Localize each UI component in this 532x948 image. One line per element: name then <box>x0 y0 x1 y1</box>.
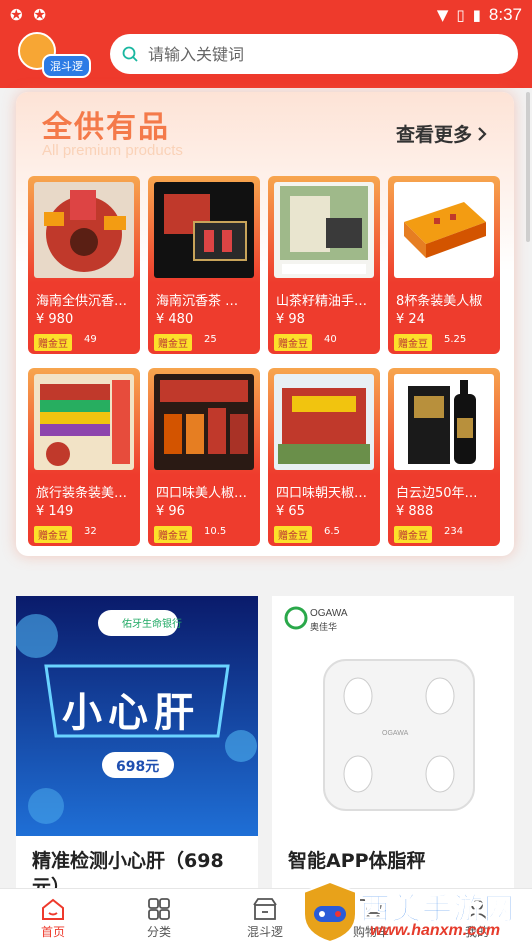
scrollbar[interactable] <box>526 92 530 242</box>
promo-brand-cn: 奥佳华 <box>310 623 338 633</box>
search-icon <box>122 46 138 62</box>
promo-card-liver-test[interactable]: 佑牙生命银行 小心肝 698元 精准检测小心肝（698元） <box>16 596 258 888</box>
promo-art-price: 698元 <box>116 759 160 775</box>
tab-label: 分类 <box>146 925 171 939</box>
product-name: 海南沉香茶 … <box>156 294 239 309</box>
tab-label: 首页 <box>40 925 65 939</box>
product-name: 四口味美人椒… <box>156 486 248 501</box>
view-more-link[interactable]: 查看更多 <box>396 120 488 147</box>
bean-badge: 赠金豆 <box>154 334 192 351</box>
promo-image-scale: OGAWA 奥佳华 OGAWA <box>272 596 514 836</box>
bean-badge: 赠金豆 <box>274 334 312 351</box>
bean-count: 5.25 <box>444 334 467 345</box>
tab-category[interactable]: 分类 <box>106 889 212 948</box>
tab-home[interactable]: 首页 <box>0 889 106 948</box>
premium-products-section: 全供有品 All premium products 查看更多 海南全供沉香… ¥… <box>16 92 514 556</box>
logo-text: 混斗逻 <box>42 54 91 78</box>
product-price: ¥ 98 <box>276 312 305 327</box>
product-name: 白云边50年… <box>396 486 478 501</box>
product-name: 海南全供沉香… <box>36 294 128 309</box>
sim-icon: ▯ <box>456 6 465 24</box>
product-image <box>154 374 254 470</box>
status-time: 8:37 <box>488 5 522 24</box>
app-header: ✪ ✪ ▼ ▯ ▮ 8:37 混斗逻 <box>0 0 532 88</box>
bean-badge: 赠金豆 <box>34 526 72 543</box>
section-title: 全供有品 <box>42 110 170 145</box>
home-icon <box>42 898 64 920</box>
bean-badge: 赠金豆 <box>394 526 432 543</box>
bean-count: 25 <box>204 334 217 345</box>
product-image <box>34 182 134 278</box>
product-name: 旅行装条装美… <box>36 486 128 501</box>
bean-count: 40 <box>324 334 337 345</box>
product-image <box>274 374 374 470</box>
promo-title: 智能APP体脂秤 <box>288 850 426 872</box>
bean-count: 49 <box>84 334 97 345</box>
category-icon <box>148 898 170 920</box>
bean-count: 32 <box>84 526 97 537</box>
app-logo[interactable]: 混斗逻 <box>14 32 98 78</box>
product-name: 8杯条装美人椒 <box>396 294 483 309</box>
bean-badge: 赠金豆 <box>34 334 72 351</box>
product-price: ¥ 65 <box>276 504 305 519</box>
view-more-label: 查看更多 <box>395 124 472 146</box>
product-image <box>154 182 254 278</box>
product-price: ¥ 24 <box>396 312 425 327</box>
bean-badge: 赠金豆 <box>394 334 432 351</box>
store-icon <box>253 898 277 920</box>
bean-badge: 赠金豆 <box>154 526 192 543</box>
product-card[interactable]: 四口味朝天椒… ¥ 65 赠金豆 6.5 <box>268 368 380 546</box>
product-price: ¥ 888 <box>396 504 434 519</box>
product-card[interactable]: 海南沉香茶 … ¥ 480 赠金豆 25 <box>148 176 260 354</box>
wifi-icon: ▼ <box>436 6 449 24</box>
bean-badge: 赠金豆 <box>274 526 312 543</box>
product-card[interactable]: 四口味美人椒… ¥ 96 赠金豆 10.5 <box>148 368 260 546</box>
product-price: ¥ 480 <box>156 312 194 327</box>
notification-icons: ✪ ✪ <box>10 6 49 24</box>
product-image <box>34 374 134 470</box>
bean-count: 6.5 <box>324 526 340 537</box>
product-price: ¥ 96 <box>156 504 185 519</box>
product-image <box>394 374 494 470</box>
product-card[interactable]: 旅行装条装美… ¥ 149 赠金豆 32 <box>28 368 140 546</box>
chevron-right-icon <box>478 126 487 141</box>
promo-title: 精准检测小心肝（698元） <box>32 850 224 888</box>
tab-label: 混斗逻 <box>246 925 283 939</box>
product-card[interactable]: 山茶籽精油手… ¥ 98 赠金豆 40 <box>268 176 380 354</box>
promo-art-text: 小心肝 <box>62 690 200 736</box>
promo-brand: 佑牙生命银行 <box>122 619 182 630</box>
battery-icon: ▮ <box>472 6 481 24</box>
product-card[interactable]: 8杯条装美人椒 ¥ 24 赠金豆 5.25 <box>388 176 500 354</box>
bean-count: 234 <box>444 526 464 537</box>
watermark-url: www.hanxm.com <box>370 922 501 939</box>
product-card[interactable]: 白云边50年… ¥ 888 赠金豆 234 <box>388 368 500 546</box>
status-bar: ✪ ✪ ▼ ▯ ▮ 8:37 <box>0 0 532 30</box>
device-label: OGAWA <box>382 730 409 737</box>
bean-count: 10.5 <box>204 526 227 537</box>
product-card[interactable]: 海南全供沉香… ¥ 980 赠金豆 49 <box>28 176 140 354</box>
product-image <box>394 182 494 278</box>
product-name: 四口味朝天椒… <box>276 486 368 501</box>
promo-image-liver: 佑牙生命银行 小心肝 698元 <box>16 596 258 836</box>
search-bar[interactable] <box>110 34 518 74</box>
product-name: 山茶籽精油手… <box>276 294 368 309</box>
promo-brand: OGAWA <box>310 608 348 619</box>
search-input[interactable] <box>146 43 490 65</box>
site-watermark: 西美手游网 www.hanxm.com <box>300 880 532 947</box>
product-price: ¥ 149 <box>36 504 74 519</box>
product-image <box>274 182 374 278</box>
promo-card-body-scale[interactable]: OGAWA 奥佳华 OGAWA 智能APP体脂秤 <box>272 596 514 888</box>
status-right: ▼ ▯ ▮ 8:37 <box>437 5 522 25</box>
product-price: ¥ 980 <box>36 312 74 327</box>
gamepad-shield-icon <box>303 880 357 944</box>
section-subtitle: All premium products <box>42 142 183 159</box>
